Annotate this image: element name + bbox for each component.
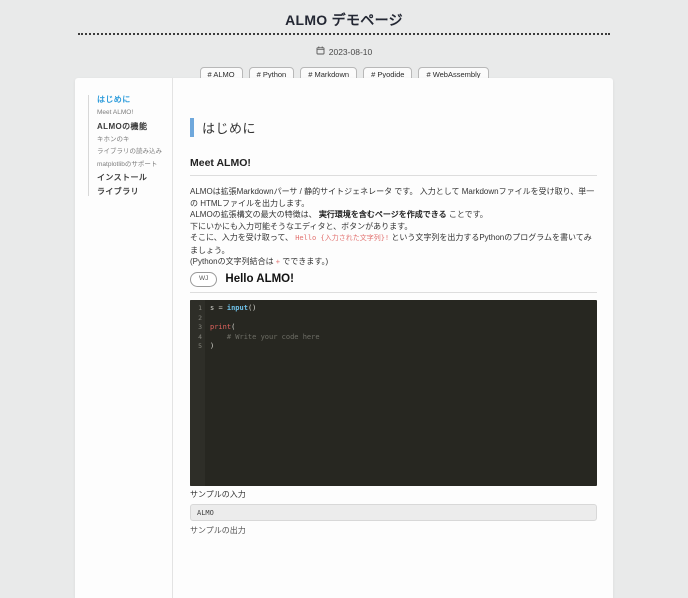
code-editor[interactable]: 12345 s = input() print( # Write your co… [190, 300, 597, 486]
paragraph-text: でできます。) [280, 257, 329, 266]
paragraph-text: 下にいかにも入力可能そうなエディタと、ボタンがあります。 [190, 221, 413, 231]
code-token: input [226, 304, 248, 312]
paragraph-text: ALMOの拡張構文の最大の特徴は、 [190, 210, 319, 219]
main-content: はじめに Meet ALMO! ALMOは拡張Markdownパーサ / 静的サ… [173, 78, 613, 598]
sample-input-label: サンプルの入力 [190, 490, 246, 499]
line-number: 3 [198, 323, 202, 331]
code-token: ) [210, 342, 215, 350]
problem-header: WJ Hello ALMO! [190, 271, 597, 293]
paragraph-text: (Pythonの文字列結合は [190, 257, 276, 266]
sample-input-box: ALMO [190, 504, 597, 521]
code-line: ) [210, 342, 597, 352]
line-number: 1 [198, 304, 202, 312]
page-date: 2023-08-10 [328, 46, 373, 57]
inline-code: Hello {入力された文字列}! [295, 234, 390, 242]
date-row: 2023-08-10 [316, 46, 372, 57]
page-title: ALMO デモページ [285, 12, 403, 28]
judge-status-badge: WJ [190, 271, 218, 287]
heading-accent-bar [190, 118, 194, 137]
sidebar: はじめに Meet ALMO! ALMOの機能 キホンのキライブラリの読み込み matp… [75, 78, 173, 598]
problem-title: Hello ALMO! [225, 273, 294, 286]
editor-code-area[interactable]: s = input() print( # Write your code her… [205, 300, 597, 486]
code-line: # Write your code here [210, 333, 597, 343]
line-number: 5 [198, 342, 202, 350]
sidebar-item[interactable]: インストール [97, 173, 172, 182]
paragraph-bold-text: 実行環境を含むページを作成できる [318, 210, 447, 219]
intro-paragraph: ALMOは拡張Markdownパーサ / 静的サイトジェネレータ です。 入力と… [190, 186, 597, 269]
code-token: # Write your code here [210, 332, 320, 341]
line-number: 2 [198, 313, 202, 322]
paragraph-text: ALMOは拡張Markdownパーサ / 静的サイトジェネレータ です。 入力と… [190, 187, 595, 208]
sidebar-item[interactable]: キホンのキ [97, 136, 172, 144]
editor-gutter: 12345 [190, 300, 205, 486]
sidebar-item[interactable]: ライブラリ [97, 187, 172, 196]
content-card: はじめに Meet ALMO! ALMOの機能 キホンのキライブラリの読み込み matp… [75, 78, 613, 598]
paragraph-text: ことです。 [446, 210, 488, 219]
section-heading: はじめに [190, 118, 597, 137]
code-token: = [218, 304, 227, 312]
code-token: print [210, 323, 232, 331]
code-token: () [247, 304, 257, 312]
sidebar-item[interactable]: Meet ALMO! [97, 109, 172, 117]
subsection-heading: Meet ALMO! [190, 157, 597, 176]
title-divider [78, 33, 610, 35]
calendar-icon [316, 46, 325, 57]
sidebar-item[interactable]: はじめに [97, 95, 172, 104]
section-heading-text: はじめに [202, 121, 257, 136]
table-of-contents: はじめに Meet ALMO! ALMOの機能 キホンのキライブラリの読み込み matp… [88, 95, 172, 196]
sidebar-item[interactable]: ALMOの機能 [97, 122, 172, 131]
sample-output-label: サンプルの出力 [190, 526, 246, 535]
code-line: print( [210, 323, 597, 333]
sidebar-item[interactable]: matplotlibのサポート [97, 161, 172, 169]
paragraph-text: そこに、入力を受け取って、 [190, 233, 296, 242]
page-header: ALMO デモページ 2023-08-10 # ALMO # Python # Ma… [0, 0, 688, 83]
line-number: 4 [198, 332, 202, 341]
code-line: s = input() [210, 304, 597, 314]
code-token: ( [231, 323, 236, 331]
sidebar-item[interactable]: ライブラリの読み込み [97, 148, 172, 156]
